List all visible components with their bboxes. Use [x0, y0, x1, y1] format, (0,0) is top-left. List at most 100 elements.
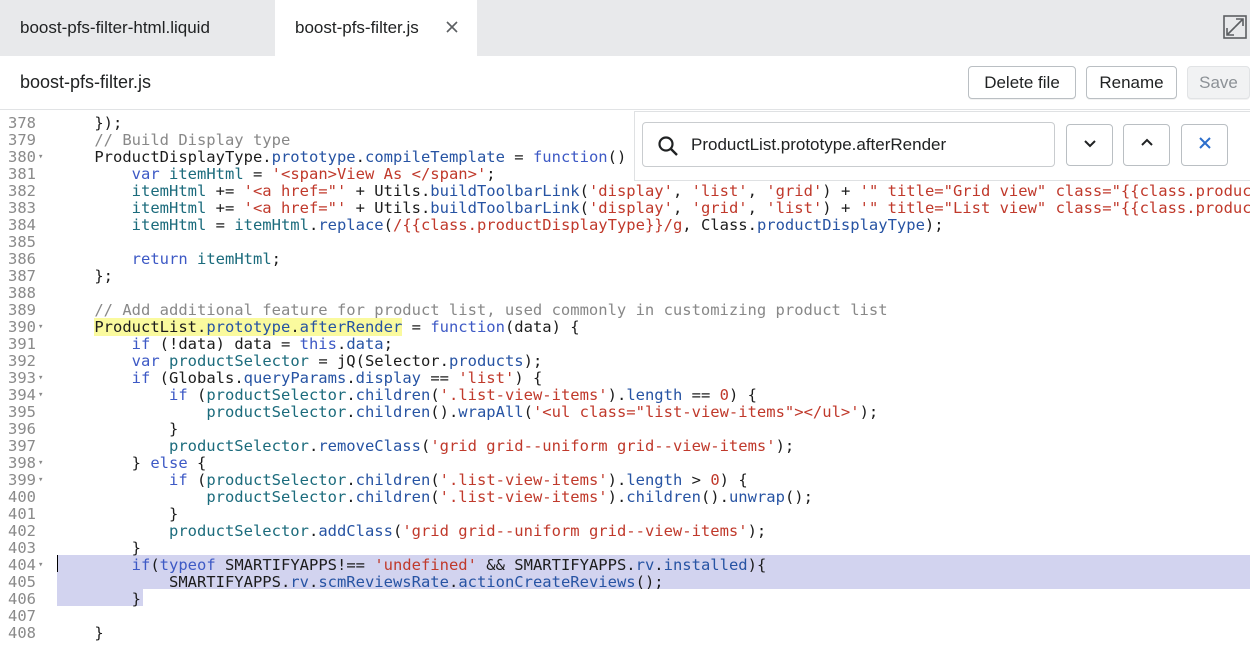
fold-toggle-icon[interactable]: ▾ [38, 472, 48, 489]
code-line: 388 [0, 285, 1250, 302]
line-number: 381 [8, 165, 36, 183]
search-input[interactable]: ProductList.prototype.afterRender [642, 122, 1055, 167]
line-number: 390 [8, 318, 36, 336]
line-number: 401 [8, 505, 36, 523]
code-line: 383 itemHtml += '<a href="' + Utils.buil… [0, 200, 1250, 217]
code-line: 404 ▾ if(typeof SMARTIFYAPPS!== 'undefine… [0, 557, 1250, 574]
code-line: 406 } [0, 591, 1250, 608]
code-text: } [57, 505, 179, 523]
line-number: 387 [8, 267, 36, 285]
line-number: 406 [8, 590, 36, 608]
code-text: var productSelector = jQ(Selector.produc… [131, 352, 543, 370]
code-text: } [57, 539, 141, 557]
chevron-down-icon [1082, 135, 1098, 156]
code-line: 390 ▾ ProductList.prototype.afterRender =… [0, 318, 1250, 336]
close-search-button[interactable] [1181, 124, 1228, 166]
line-number: 391 [8, 335, 36, 353]
code-line: 385 [0, 234, 1250, 251]
line-number: 386 [8, 250, 36, 268]
code-text: } [57, 590, 141, 608]
tab-bar: boost-pfs-filter-html.liquid boost-pfs-f… [0, 0, 1250, 56]
code-text: if (productSelector.children('.list-view… [168, 386, 757, 404]
line-number: 380 [8, 148, 36, 166]
line-number: 383 [8, 199, 36, 217]
code-text: itemHtml += '<a href="' + Utils.buildToo… [131, 199, 1250, 217]
rename-button[interactable]: Rename [1086, 66, 1177, 99]
line-number: 385 [8, 233, 36, 251]
line-number: 402 [8, 522, 36, 540]
fold-toggle-icon[interactable]: ▾ [38, 387, 48, 404]
save-button[interactable]: Save [1187, 66, 1250, 99]
code-text: productSelector.children('.list-view-ite… [206, 488, 813, 506]
code-text: itemHtml += '<a href="' + Utils.buildToo… [131, 182, 1250, 200]
code-text: if (productSelector.children('.list-view… [168, 471, 748, 489]
code-text: } [57, 624, 104, 642]
code-text: var itemHtml = '<span>View As </span>'; [131, 165, 496, 183]
code-line: 399 ▾ if (productSelector.children('.list… [0, 472, 1250, 489]
code-line: 389 // Add additional feature for produc… [0, 302, 1250, 319]
code-editor[interactable]: 378 }); 379 // Build Display type 380 ▾ Pro… [0, 110, 1250, 645]
line-number: 397 [8, 437, 36, 455]
line-number: 389 [8, 301, 36, 319]
delete-file-button[interactable]: Delete file [968, 66, 1076, 99]
line-number: 395 [8, 403, 36, 421]
code-line: 392 var productSelector = jQ(Selector.pr… [0, 353, 1250, 370]
close-icon[interactable] [440, 14, 464, 40]
file-title: boost-pfs-filter.js [20, 72, 152, 92]
line-number: 392 [8, 352, 36, 370]
code-text: ProductDisplayType.prototype.compileTemp… [57, 148, 645, 166]
code-line: 398 ▾ } else { [0, 455, 1250, 472]
line-number: 393 [8, 369, 36, 387]
search-icon [657, 135, 679, 157]
line-number: 396 [8, 420, 36, 438]
fullscreen-icon[interactable] [1222, 14, 1248, 40]
chevron-up-icon [1139, 135, 1155, 156]
previous-match-button[interactable] [1123, 124, 1170, 166]
code-text: if (!data) data = this.data; [131, 335, 393, 353]
code-text: } else { [57, 454, 207, 472]
code-line: 401 } [0, 506, 1250, 523]
code-text: productSelector.removeClass('grid grid--… [168, 437, 795, 455]
code-line: 407 [0, 608, 1250, 625]
close-icon [1197, 135, 1213, 156]
line-number: 384 [8, 216, 36, 234]
code-text: productSelector.addClass('grid grid--uni… [168, 522, 767, 540]
code-text: } [57, 420, 179, 438]
line-number: 400 [8, 488, 36, 506]
code-text: // Build Display type [94, 131, 291, 149]
code-line: 394 ▾ if (productSelector.children('.list… [0, 387, 1250, 404]
code-text: ProductList.prototype.afterRender = func… [94, 318, 580, 336]
code-line: 405 SMARTIFYAPPS.rv.scmReviewsRate.actio… [0, 574, 1250, 591]
code-line: 382 itemHtml += '<a href="' + Utils.buil… [0, 183, 1250, 200]
code-line: 386 return itemHtml; [0, 251, 1250, 268]
fold-toggle-icon[interactable]: ▾ [38, 149, 48, 166]
fold-toggle-icon[interactable]: ▾ [38, 319, 48, 336]
line-number: 399 [8, 471, 36, 489]
code-text: SMARTIFYAPPS.rv.scmReviewsRate.actionCre… [57, 573, 664, 591]
fold-toggle-icon[interactable]: ▾ [38, 370, 48, 387]
code-text: }); [57, 114, 123, 132]
code-line: 387 }; [0, 268, 1250, 285]
code-line: 408 } [0, 625, 1250, 642]
code-text: return itemHtml; [131, 250, 281, 268]
fold-toggle-icon[interactable]: ▾ [38, 455, 48, 472]
line-number: 394 [8, 386, 36, 404]
fold-toggle-icon[interactable]: ▾ [38, 557, 48, 574]
code-line: 403 } [0, 540, 1250, 557]
code-line: 384 itemHtml = itemHtml.replace(/{{class… [0, 217, 1250, 234]
line-number: 378 [8, 114, 36, 132]
line-number: 398 [8, 454, 36, 472]
file-header: boost-pfs-filter.js Delete file Rename S… [0, 56, 1250, 110]
code-line: 402 productSelector.addClass('grid grid-… [0, 523, 1250, 540]
tab-label: boost-pfs-filter.js [295, 18, 419, 37]
line-number: 405 [8, 573, 36, 591]
code-line: 400 productSelector.children('.list-view… [0, 489, 1250, 506]
line-number: 404 [8, 556, 36, 574]
code-text: productSelector.children().wrapAll('<ul … [206, 403, 879, 421]
code-text: if (Globals.queryParams.display == 'list… [131, 369, 543, 387]
tab-boost-pfs-filter-html[interactable]: boost-pfs-filter-html.liquid [0, 0, 274, 56]
next-match-button[interactable] [1066, 124, 1113, 166]
code-line: 393 ▾ if (Globals.queryParams.display == … [0, 370, 1250, 387]
code-line: 397 productSelector.removeClass('grid gr… [0, 438, 1250, 455]
line-number: 403 [8, 539, 36, 557]
